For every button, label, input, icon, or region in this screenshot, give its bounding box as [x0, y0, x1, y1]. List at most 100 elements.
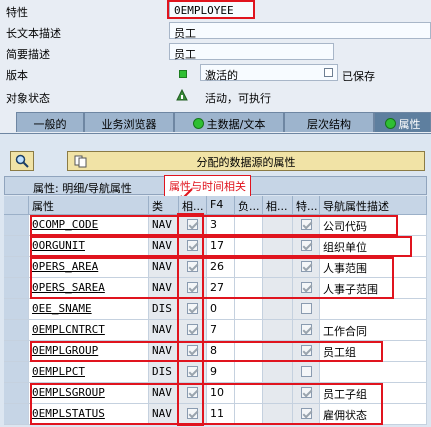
attribute-name[interactable]: 0PERS_SAREA — [32, 281, 105, 294]
f4-order-cell[interactable]: 3 — [207, 215, 235, 236]
related-cell[interactable] — [263, 236, 293, 257]
responsible-cell[interactable] — [235, 236, 263, 257]
nav-desc-cell[interactable]: 员工子组 — [320, 383, 427, 404]
attribute-name[interactable]: 0EMPLSTATUS — [32, 407, 105, 420]
row-selector[interactable] — [4, 362, 29, 383]
navigation-checkbox[interactable] — [301, 240, 312, 251]
tab-hierarchy[interactable]: 层次结构 — [284, 112, 374, 132]
f4-order-cell[interactable]: 10 — [207, 383, 235, 404]
time-dependent-checkbox[interactable] — [187, 261, 198, 272]
long-desc-field[interactable]: 员工 — [169, 22, 431, 40]
attribute-cell[interactable]: 0COMP_CODE — [29, 215, 149, 236]
row-selector[interactable] — [4, 215, 29, 236]
navigation-cell[interactable] — [293, 404, 320, 425]
table-row[interactable]: 0EMPLCNTRCT NAV 7 工作合同 — [4, 320, 427, 341]
row-selector[interactable] — [4, 341, 29, 362]
f4-order-cell[interactable]: 7 — [207, 320, 235, 341]
header-responsible[interactable]: 负... — [235, 196, 263, 215]
attribute-cell[interactable]: 0PERS_SAREA — [29, 278, 149, 299]
related-cell[interactable] — [263, 383, 293, 404]
attribute-cell[interactable]: 0ORGUNIT — [29, 236, 149, 257]
row-selector[interactable] — [4, 299, 29, 320]
navigation-cell[interactable] — [293, 383, 320, 404]
time-dependent-cell[interactable] — [179, 215, 207, 236]
table-row[interactable]: 0PERS_SAREA NAV 27 人事子范围 — [4, 278, 427, 299]
responsible-cell[interactable] — [235, 320, 263, 341]
navigation-checkbox[interactable] — [301, 261, 312, 272]
tab-general[interactable]: 一般的 — [16, 112, 84, 132]
header-f4[interactable]: F4 — [207, 196, 235, 215]
time-dependent-cell[interactable] — [179, 236, 207, 257]
table-row[interactable]: 0EMPLSTATUS NAV 11 雇佣状态 — [4, 404, 427, 425]
table-row[interactable]: 0COMP_CODE NAV 3 公司代码 — [4, 215, 427, 236]
table-row[interactable]: 0EE_SNAME DIS 0 — [4, 299, 427, 320]
navigation-cell[interactable] — [293, 341, 320, 362]
related-cell[interactable] — [263, 299, 293, 320]
navigation-cell[interactable] — [293, 236, 320, 257]
row-selector[interactable] — [4, 404, 29, 425]
time-dependent-checkbox[interactable] — [187, 345, 198, 356]
responsible-cell[interactable] — [235, 341, 263, 362]
nav-desc-cell[interactable] — [320, 362, 427, 383]
navigation-checkbox[interactable] — [301, 324, 312, 335]
header-nav-desc[interactable]: 导航属性描述 — [320, 196, 427, 215]
nav-desc-cell[interactable]: 员工组 — [320, 341, 427, 362]
navigation-checkbox[interactable] — [301, 366, 312, 377]
nav-desc-cell[interactable]: 工作合同 — [320, 320, 427, 341]
dropdown-icon[interactable] — [324, 68, 333, 77]
assigned-datasource-attributes-button[interactable]: 分配的数据源的属性 — [67, 151, 425, 171]
time-dependent-checkbox[interactable] — [187, 387, 198, 398]
attribute-name[interactable]: 0PERS_AREA — [32, 260, 98, 273]
time-dependent-cell[interactable] — [179, 341, 207, 362]
navigation-checkbox[interactable] — [301, 282, 312, 293]
version-field[interactable]: 激活的 — [200, 64, 338, 82]
responsible-cell[interactable] — [235, 215, 263, 236]
table-row[interactable]: 0PERS_AREA NAV 26 人事范围 — [4, 257, 427, 278]
attribute-name[interactable]: 0EE_SNAME — [32, 302, 92, 315]
time-dependent-checkbox[interactable] — [187, 324, 198, 335]
attribute-cell[interactable]: 0EMPLPCT — [29, 362, 149, 383]
time-dependent-cell[interactable] — [179, 320, 207, 341]
related-cell[interactable] — [263, 320, 293, 341]
table-row[interactable]: 0EMPLSGROUP NAV 10 员工子组 — [4, 383, 427, 404]
header-time-dependent[interactable]: 相... — [179, 196, 207, 215]
attribute-cell[interactable]: 0EMPLGROUP — [29, 341, 149, 362]
nav-desc-cell[interactable] — [320, 299, 427, 320]
navigation-cell[interactable] — [293, 299, 320, 320]
nav-desc-cell[interactable]: 人事子范围 — [320, 278, 427, 299]
attribute-name[interactable]: 0EMPLSGROUP — [32, 386, 105, 399]
row-selector[interactable] — [4, 383, 29, 404]
navigation-checkbox[interactable] — [301, 387, 312, 398]
table-row[interactable]: 0EMPLPCT DIS 9 — [4, 362, 427, 383]
responsible-cell[interactable] — [235, 404, 263, 425]
navigation-cell[interactable] — [293, 320, 320, 341]
responsible-cell[interactable] — [235, 299, 263, 320]
tab-business-explorer[interactable]: 业务浏览器 — [84, 112, 174, 132]
f4-order-cell[interactable]: 26 — [207, 257, 235, 278]
time-dependent-cell[interactable] — [179, 278, 207, 299]
attribute-name[interactable]: 0EMPLGROUP — [32, 344, 98, 357]
related-cell[interactable] — [263, 404, 293, 425]
nav-desc-cell[interactable]: 组织单位 — [320, 236, 427, 257]
attribute-cell[interactable]: 0EE_SNAME — [29, 299, 149, 320]
f4-order-cell[interactable]: 27 — [207, 278, 235, 299]
navigation-cell[interactable] — [293, 257, 320, 278]
search-button[interactable] — [10, 151, 34, 171]
row-selector[interactable] — [4, 236, 29, 257]
related-cell[interactable] — [263, 257, 293, 278]
time-dependent-checkbox[interactable] — [187, 366, 198, 377]
f4-order-cell[interactable]: 9 — [207, 362, 235, 383]
header-special[interactable]: 特... — [293, 196, 320, 215]
navigation-cell[interactable] — [293, 278, 320, 299]
nav-desc-cell[interactable]: 公司代码 — [320, 215, 427, 236]
navigation-checkbox[interactable] — [301, 303, 312, 314]
header-type[interactable]: 类 — [149, 196, 179, 215]
time-dependent-cell[interactable] — [179, 404, 207, 425]
attribute-cell[interactable]: 0EMPLSGROUP — [29, 383, 149, 404]
related-cell[interactable] — [263, 215, 293, 236]
nav-desc-cell[interactable]: 雇佣状态 — [320, 404, 427, 425]
row-selector[interactable] — [4, 320, 29, 341]
time-dependent-checkbox[interactable] — [187, 408, 198, 419]
time-dependent-checkbox[interactable] — [187, 303, 198, 314]
table-row[interactable]: 0EMPLGROUP NAV 8 员工组 — [4, 341, 427, 362]
